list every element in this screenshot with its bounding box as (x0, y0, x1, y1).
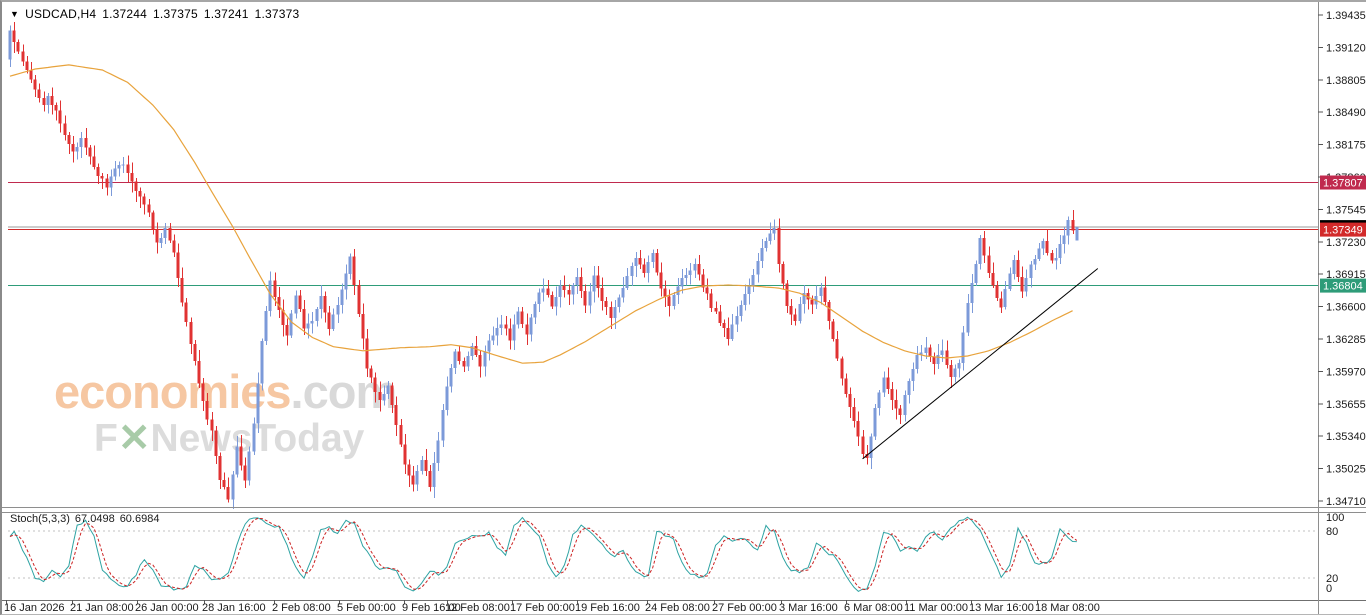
chart-title: ▼ USDCAD,H4 1.37244 1.37375 1.37241 1.37373 (10, 7, 305, 21)
svg-text:1.37807: 1.37807 (1323, 178, 1363, 190)
title-high: 1.37375 (153, 7, 198, 21)
stoch-scale-label: 0 (1326, 583, 1332, 595)
level-price-tag: 1.37349 (1320, 223, 1366, 237)
date-label: 5 Feb 00:00 (337, 602, 396, 614)
title-open: 1.37244 (102, 7, 147, 21)
date-label: 27 Feb 00:00 (712, 602, 777, 614)
stoch-panel[interactable]: 10080200 (8, 512, 1344, 595)
price-tick-label: 1.35655 (1326, 399, 1366, 411)
stoch-d-value: 60.6984 (120, 513, 160, 525)
date-label: 13 Mar 16:00 (969, 602, 1034, 614)
date-label: 17 Feb 00:00 (510, 602, 575, 614)
price-axis[interactable]: 1.39435 1.39120 1.38805 1.38490 1.38175 1.378… (1318, 10, 1366, 508)
price-tick-label: 1.35970 (1326, 366, 1366, 378)
price-tick-label: 1.39120 (1326, 42, 1366, 54)
date-label: 3 Mar 16:00 (779, 602, 838, 614)
stoch-scale-label: 80 (1326, 526, 1338, 538)
price-tick-label: 1.38175 (1326, 140, 1366, 152)
price-tick-label: 1.36600 (1326, 302, 1366, 314)
date-label: 19 Feb 16:00 (575, 602, 640, 614)
symbol-dropdown-icon[interactable]: ▼ (10, 9, 19, 19)
date-label: 24 Feb 08:00 (645, 602, 710, 614)
date-label: 2 Feb 08:00 (272, 602, 331, 614)
date-label: 18 Mar 08:00 (1035, 602, 1100, 614)
date-label: 6 Mar 08:00 (844, 602, 903, 614)
trend-line[interactable] (863, 269, 1098, 459)
date-label: 28 Jan 16:00 (202, 602, 266, 614)
level-price-tag: 1.36804 (1320, 279, 1366, 293)
candlestick-series (9, 22, 1079, 509)
time-axis[interactable]: 16 Jan 2026 21 Jan 08:0026 Jan 00:0028 Ja… (4, 600, 1100, 614)
price-chart-canvas[interactable]: 1.39435 1.39120 1.38805 1.38490 1.38175 1.378… (2, 2, 1366, 615)
price-tick-label: 1.34710 (1326, 496, 1366, 508)
price-tick-label: 1.39435 (1326, 10, 1366, 22)
stoch-name: Stoch(5,3,3) (10, 513, 70, 525)
mt4-chart-window: 1.39435 1.39120 1.38805 1.38490 1.38175 1.378… (0, 0, 1366, 615)
symbol-timeframe: USDCAD,H4 (25, 7, 96, 21)
moving-average-line[interactable] (10, 65, 1073, 363)
svg-text:1.36804: 1.36804 (1323, 281, 1363, 293)
date-label: 11 Mar 00:00 (904, 602, 968, 614)
date-label: 12 Feb 08:00 (445, 602, 510, 614)
stoch-k-value: 67.0498 (75, 513, 115, 525)
date-label: 26 Jan 00:00 (135, 602, 199, 614)
date-label: 16 Jan 2026 (4, 602, 65, 614)
date-label: 21 Jan 08:00 (70, 602, 134, 614)
price-tick-label: 1.37545 (1326, 204, 1366, 216)
title-low: 1.37241 (204, 7, 249, 21)
stoch-indicator-label: Stoch(5,3,3) 67.0498 60.6984 (10, 513, 164, 525)
level-price-tag: 1.37807 (1320, 176, 1366, 190)
price-tick-label: 1.35025 (1326, 464, 1366, 476)
stoch-d-line (10, 518, 1077, 590)
price-tick-label: 1.36285 (1326, 334, 1366, 346)
price-tick-label: 1.35340 (1326, 431, 1366, 443)
price-tick-label: 1.38805 (1326, 75, 1366, 87)
price-tick-label: 1.37230 (1326, 237, 1366, 249)
svg-text:1.37349: 1.37349 (1323, 225, 1363, 237)
price-tick-label: 1.38490 (1326, 107, 1366, 119)
stoch-k-line (10, 517, 1077, 591)
title-close: 1.37373 (255, 7, 300, 21)
stoch-scale-label: 100 (1326, 512, 1344, 524)
